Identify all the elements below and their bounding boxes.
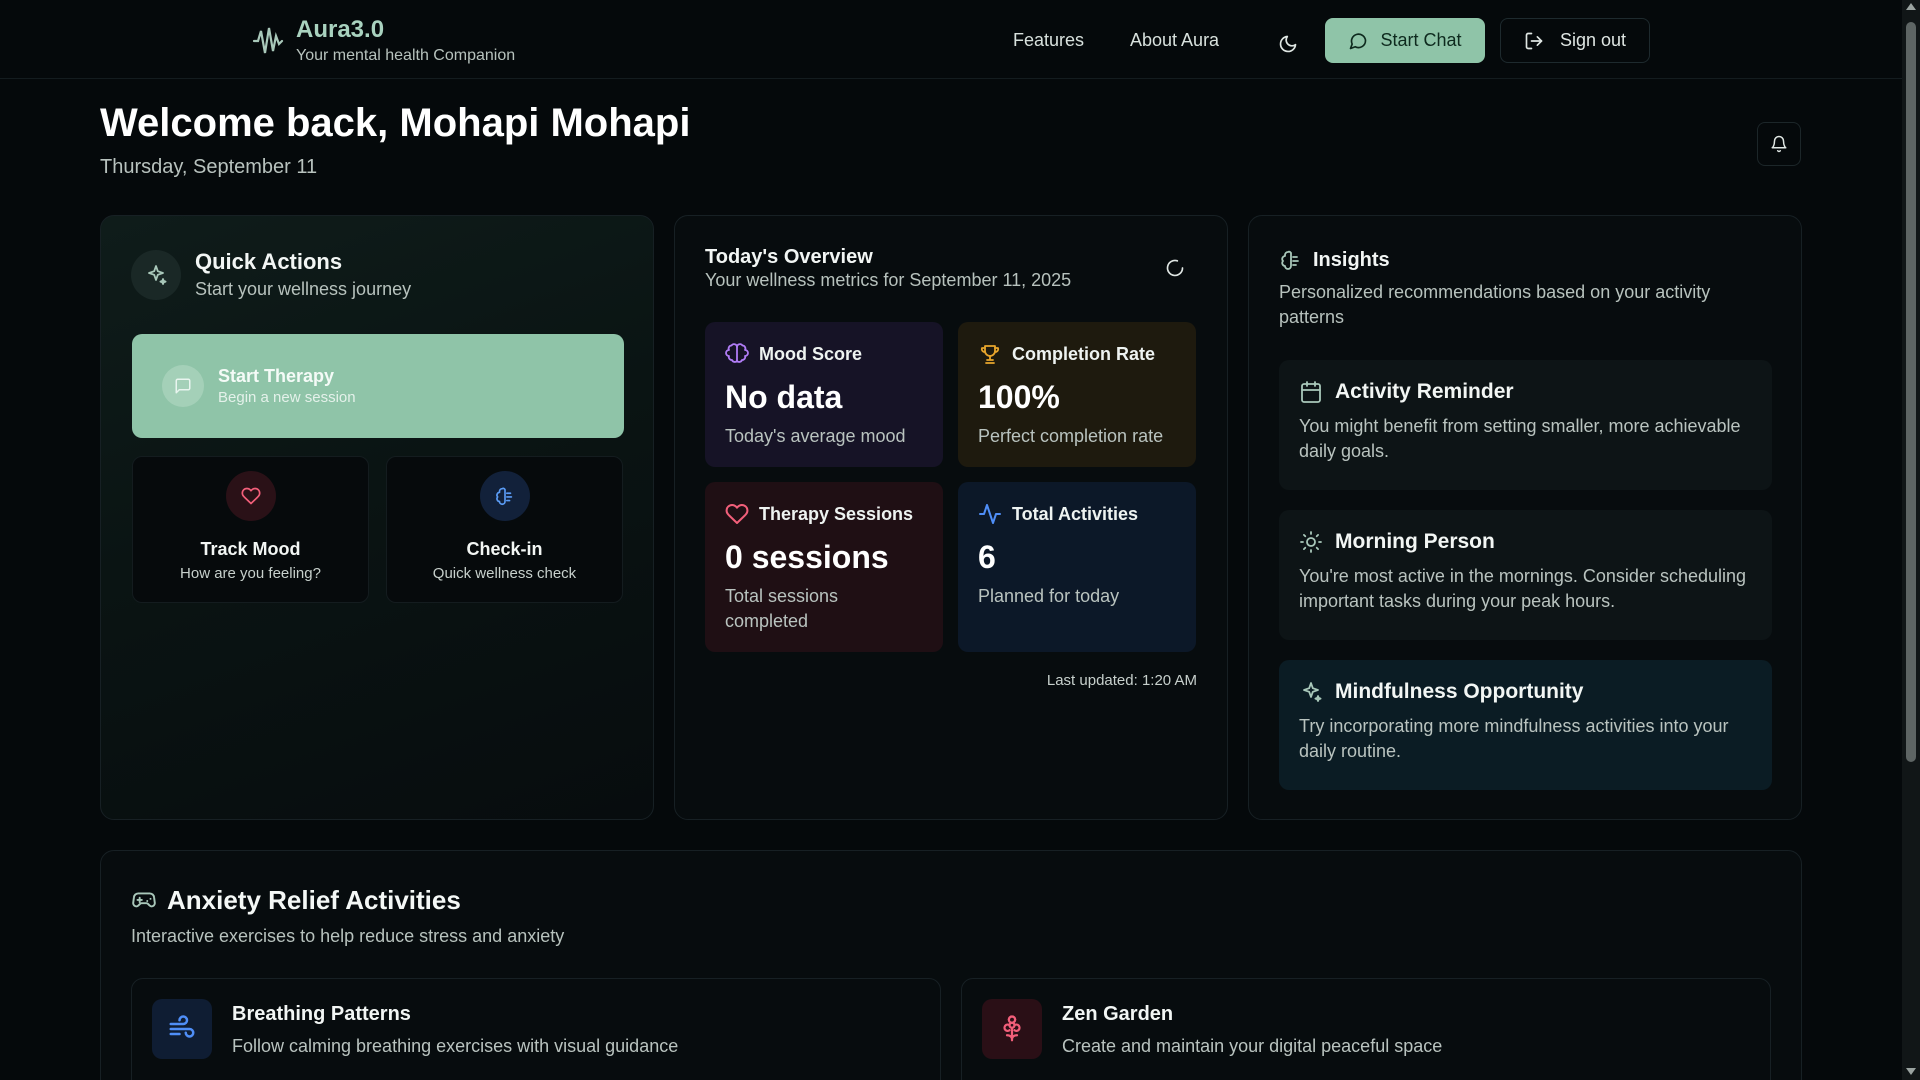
chat-bubble-icon <box>1348 31 1368 51</box>
therapy-sessions-card[interactable]: Therapy Sessions 0 sessions Total sessio… <box>705 482 943 652</box>
waveform-icon <box>250 23 286 59</box>
activity-icon <box>978 502 1002 526</box>
activity-title: Zen Garden <box>1062 1003 1174 1025</box>
brain-icon <box>725 342 749 366</box>
brand-tagline: Your mental health Companion <box>296 47 516 64</box>
mood-score-desc: Today's average mood <box>725 426 906 446</box>
anxiety-relief-subtitle: Interactive exercises to help reduce str… <box>131 926 565 946</box>
brand[interactable]: Aura3.0 Your mental health Companion <box>250 16 515 66</box>
top-navbar: Aura3.0 Your mental health Companion Fea… <box>0 0 1902 79</box>
check-in-subtitle: Quick wellness check <box>432 565 577 582</box>
mood-score-value: No data <box>725 379 843 415</box>
nav-features-link[interactable]: Features <box>1013 30 1084 51</box>
gamepad-icon <box>131 888 157 914</box>
start-chat-label: Start Chat <box>1380 30 1462 50</box>
quick-actions-title: Quick Actions <box>195 249 343 274</box>
insight-title: Mindfulness Opportunity <box>1335 680 1584 703</box>
page-scrollbar[interactable] <box>1902 0 1920 1080</box>
todays-overview-card: Today's Overview Your wellness metrics f… <box>674 215 1228 820</box>
page-title: Welcome back, Mohapi Mohapi <box>100 101 691 145</box>
current-date: Thursday, September 11 <box>100 156 318 178</box>
start-therapy-subtitle: Begin a new session <box>218 389 356 406</box>
app-viewport: Aura3.0 Your mental health Companion Fea… <box>0 0 1902 1080</box>
brand-name: Aura3.0 <box>296 16 385 43</box>
bell-icon <box>1770 135 1788 153</box>
activity-title: Breathing Patterns <box>232 1003 411 1025</box>
therapy-sessions-desc: Total sessions completed <box>725 586 839 631</box>
moon-icon[interactable] <box>1272 28 1304 60</box>
insight-text: You might benefit from setting smaller, … <box>1299 416 1741 461</box>
completion-rate-value: 100% <box>978 379 1060 415</box>
heart-icon <box>225 471 276 521</box>
anxiety-relief-title: Anxiety Relief Activities <box>167 885 461 915</box>
scroll-up-arrow-icon[interactable] <box>1906 3 1916 10</box>
flower-icon <box>982 999 1042 1059</box>
sign-out-label: Sign out <box>1559 30 1627 50</box>
quick-actions-subtitle: Start your wellness journey <box>195 279 412 299</box>
last-updated: Last updated: 1:20 AM <box>1046 672 1197 689</box>
message-square-icon <box>162 365 204 407</box>
track-mood-subtitle: How are you feeling? <box>180 565 321 582</box>
quick-actions-header: Quick Actions Start your wellness journe… <box>131 249 411 300</box>
refresh-icon[interactable] <box>1165 258 1185 278</box>
insight-text: You're most active in the mornings. Cons… <box>1299 566 1747 611</box>
quick-actions-card: Quick Actions Start your wellness journe… <box>100 215 654 820</box>
insight-item-morning-person[interactable]: Morning Person You're most active in the… <box>1279 510 1772 640</box>
insight-item-mindfulness[interactable]: Mindfulness Opportunity Try incorporatin… <box>1279 660 1772 790</box>
insight-title: Activity Reminder <box>1335 380 1514 403</box>
brain-icon <box>479 471 530 521</box>
total-activities-label: Total Activities <box>1012 503 1139 524</box>
insights-card: Insights Personalized recommendations ba… <box>1248 215 1802 820</box>
start-chat-button[interactable]: Start Chat <box>1325 18 1485 63</box>
sign-out-button[interactable]: Sign out <box>1500 18 1650 63</box>
overview-subtitle: Your wellness metrics for September 11, … <box>705 270 1072 290</box>
welcome-section: Welcome back, Mohapi Mohapi Thursday, Se… <box>100 100 690 179</box>
mood-score-card[interactable]: Mood Score No data Today's average mood <box>705 322 943 467</box>
heart-icon <box>725 502 749 526</box>
scrollbar-thumb[interactable] <box>1906 22 1916 762</box>
therapy-sessions-value: 0 sessions <box>725 539 889 575</box>
notifications-button[interactable] <box>1757 122 1801 166</box>
track-mood-button[interactable]: Track Mood How are you feeling? <box>132 456 369 603</box>
zen-garden-card[interactable]: Zen Garden Create and maintain your digi… <box>961 978 1771 1080</box>
completion-rate-label: Completion Rate <box>1012 343 1156 364</box>
breathing-patterns-card[interactable]: Breathing Patterns Follow calming breath… <box>131 978 941 1080</box>
anxiety-relief-section: Anxiety Relief Activities Interactive ex… <box>100 850 1802 1080</box>
start-therapy-title: Start Therapy <box>218 366 335 386</box>
sparkles-icon <box>131 249 181 300</box>
nav-about-link[interactable]: About Aura <box>1130 30 1219 51</box>
check-in-title: Check-in <box>466 539 543 559</box>
therapy-sessions-label: Therapy Sessions <box>759 503 914 524</box>
insights-title: Insights <box>1313 248 1390 271</box>
brain-icon <box>1279 248 1303 272</box>
completion-rate-card[interactable]: Completion Rate 100% Perfect completion … <box>958 322 1196 467</box>
completion-rate-desc: Perfect completion rate <box>978 426 1164 446</box>
anxiety-relief-header: Anxiety Relief Activities <box>131 885 461 916</box>
activity-subtitle: Create and maintain your digital peacefu… <box>1062 1036 1443 1056</box>
sun-icon <box>1299 530 1323 554</box>
calendar-icon <box>1299 380 1323 404</box>
wind-icon <box>152 999 212 1059</box>
total-activities-desc: Planned for today <box>978 586 1120 606</box>
total-activities-value: 6 <box>978 539 996 575</box>
insight-item-activity-reminder[interactable]: Activity Reminder You might benefit from… <box>1279 360 1772 490</box>
logout-icon <box>1524 31 1544 51</box>
check-in-button[interactable]: Check-in Quick wellness check <box>386 456 623 603</box>
insight-text: Try incorporating more mindfulness activ… <box>1299 716 1729 761</box>
track-mood-title: Track Mood <box>200 539 301 559</box>
sparkles-icon <box>1299 680 1323 704</box>
scroll-down-arrow-icon[interactable] <box>1906 1068 1916 1075</box>
activity-subtitle: Follow calming breathing exercises with … <box>232 1036 679 1056</box>
mood-score-label: Mood Score <box>759 343 863 364</box>
trophy-icon <box>978 342 1002 366</box>
start-therapy-button[interactable]: Start Therapy Begin a new session <box>132 334 624 438</box>
insights-header: Insights <box>1279 248 1390 272</box>
total-activities-card[interactable]: Total Activities 6 Planned for today <box>958 482 1196 652</box>
overview-title: Today's Overview <box>705 246 873 268</box>
insights-subtitle: Personalized recommendations based on yo… <box>1279 282 1711 327</box>
insight-title: Morning Person <box>1335 530 1495 553</box>
